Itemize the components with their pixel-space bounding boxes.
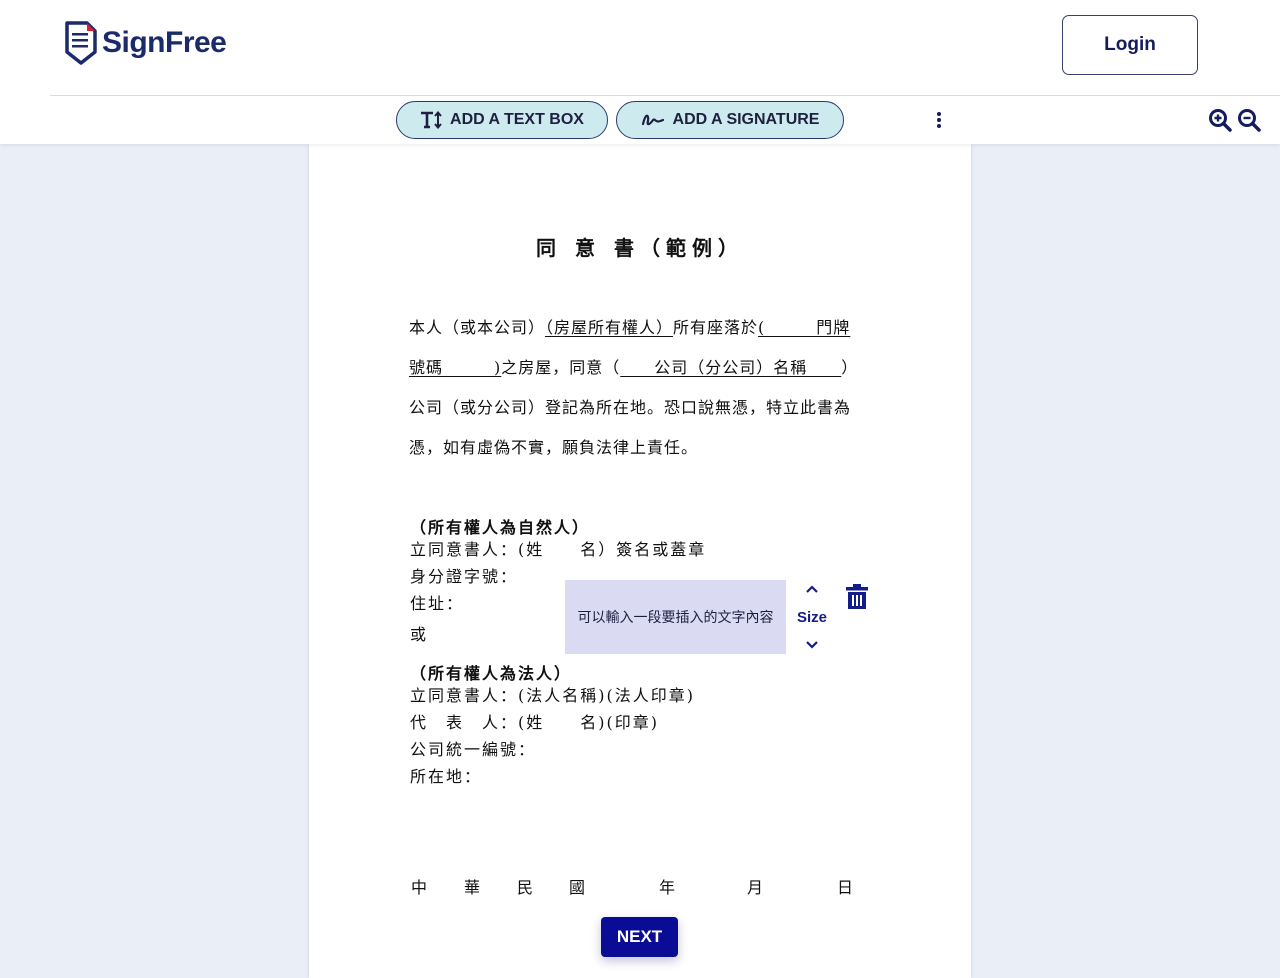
- document-title: 同 意 書（範例）: [536, 236, 744, 260]
- trash-icon[interactable]: [845, 583, 869, 610]
- chevron-up-icon[interactable]: [805, 584, 819, 594]
- toolbar: ADD A TEXT BOX ADD A SIGNATURE: [0, 96, 1280, 144]
- company-name-blank: 公司（分公司）名稱: [620, 358, 842, 377]
- login-button[interactable]: Login: [1062, 15, 1198, 75]
- add-signature-button[interactable]: ADD A SIGNATURE: [616, 101, 844, 139]
- add-text-box-button[interactable]: ADD A TEXT BOX: [396, 101, 608, 139]
- size-control: Size: [795, 584, 829, 650]
- text-segment: 之房屋，同意（: [501, 358, 621, 377]
- add-signature-label: ADD A SIGNATURE: [672, 111, 820, 128]
- text-segment: 所有座落於: [673, 318, 759, 337]
- more-vertical-icon: [937, 112, 941, 116]
- address-blank: ( 門牌: [758, 318, 851, 337]
- date-year-label: 年: [659, 878, 676, 897]
- address-label: 住址：: [410, 594, 465, 613]
- paragraph-line-4: 憑，如有虛偽不實，願負法律上責任。: [409, 438, 699, 457]
- natural-person-signer: 立同意書人：(姓 名）簽名或蓋章: [410, 540, 707, 559]
- text-segment: ）: [841, 358, 859, 377]
- kebab-dot: [937, 118, 941, 122]
- header: SignFree Login: [0, 0, 1280, 96]
- or-label: 或: [410, 625, 429, 644]
- location-label: 所在地：: [410, 767, 483, 786]
- size-label: Size: [796, 608, 827, 626]
- paragraph-line-1: 本人（或本公司）（房屋所有權人）所有座落於( 門牌: [409, 314, 871, 338]
- date-char: 國: [569, 878, 586, 897]
- date-char: 華: [464, 878, 481, 897]
- kebab-dot: [937, 124, 941, 128]
- inserted-text-box[interactable]: 可以輸入一段要插入的文字內容: [565, 580, 786, 654]
- address-blank: 號碼 ): [409, 358, 502, 377]
- legal-person-signer: 立同意書人：(法人名稱)(法人印章): [410, 686, 695, 705]
- document-shield-icon: [65, 21, 97, 65]
- next-button[interactable]: NEXT: [601, 917, 678, 957]
- natural-person-heading: （所有權人為自然人）: [410, 518, 591, 537]
- company-id-label: 公司統一編號：: [410, 740, 537, 759]
- date-char: 中: [411, 878, 428, 897]
- representative-label: 代 表 人：(姓 名)(印章): [410, 713, 659, 732]
- add-text-box-label: ADD A TEXT BOX: [450, 111, 584, 128]
- more-options-button[interactable]: [932, 108, 946, 132]
- chevron-down-icon[interactable]: [805, 640, 819, 650]
- date-char: 民: [517, 878, 534, 897]
- id-number-label: 身分證字號：: [410, 567, 519, 586]
- date-row: 中 華 民 國 年 月 日: [309, 874, 971, 897]
- document-page: 同 意 書（範例） 本人（或本公司）（房屋所有權人）所有座落於( 門牌 號碼 )…: [309, 144, 971, 978]
- text-segment: 本人（或本公司）: [409, 318, 546, 337]
- logo[interactable]: SignFree: [64, 20, 227, 66]
- legal-person-heading: （所有權人為法人）: [410, 664, 573, 683]
- paragraph-line-3: 公司（或分公司）登記為所在地。恐口說無憑，特立此書為: [409, 398, 852, 417]
- logo-text: SignFree: [102, 26, 227, 59]
- zoom-out-icon[interactable]: [1237, 108, 1261, 132]
- paragraph-line-2: 號碼 )之房屋，同意（ 公司（分公司）名稱 ）: [409, 354, 871, 378]
- signature-icon: [641, 114, 664, 126]
- date-day-label: 日: [837, 878, 854, 897]
- zoom-in-icon[interactable]: [1208, 108, 1232, 132]
- date-month-label: 月: [747, 878, 764, 897]
- owner-blank: （房屋所有權人）: [545, 318, 674, 337]
- text-size-icon: [421, 111, 442, 129]
